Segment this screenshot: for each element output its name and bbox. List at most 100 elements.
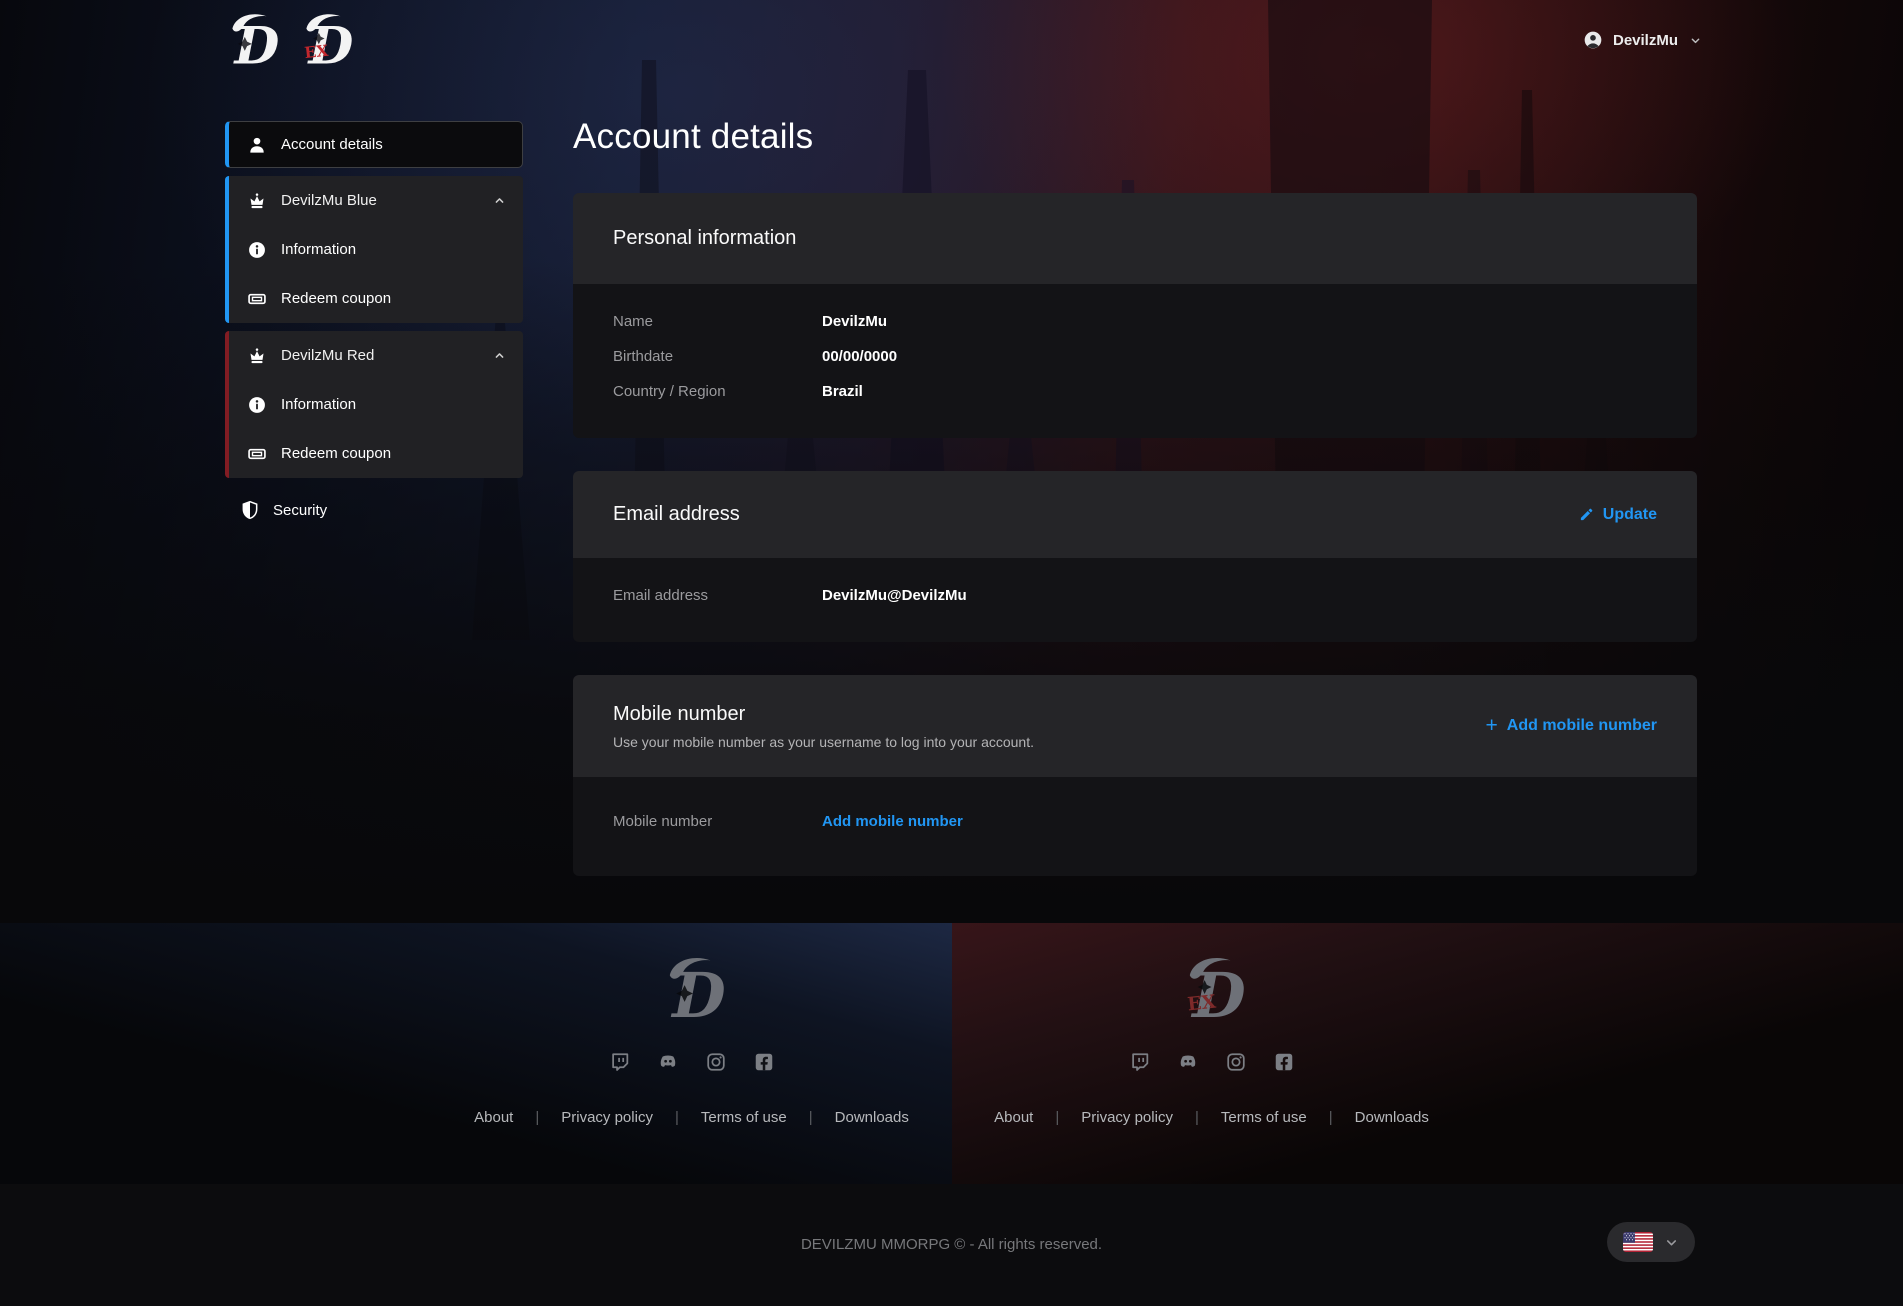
card-header-text: Mobile number Use your mobile number as … <box>613 703 1034 750</box>
avatar-icon <box>1583 30 1603 50</box>
info-row-mobile: Mobile number Add mobile number <box>613 813 1657 830</box>
card-body: Email address DevilzMu@DevilzMu <box>573 558 1697 642</box>
footer-link-privacy-policy[interactable]: Privacy policy <box>1081 1109 1173 1126</box>
footer-content: D <box>432 923 1472 1184</box>
sidebar-item-redeem-coupon-red[interactable]: Redeem coupon <box>229 429 523 478</box>
us-flag-icon <box>1623 1232 1653 1252</box>
link-separator: | <box>535 1109 539 1126</box>
sidebar-group-devilzmu-blue: DevilzMu Blue Information Redeem cou <box>225 176 523 323</box>
sidebar-item-label: Information <box>281 241 356 258</box>
devilzmu-blue-logo[interactable]: D <box>220 10 282 72</box>
info-row-name: Name DevilzMu <box>613 313 1657 330</box>
sidebar-group-label: DevilzMu Blue <box>281 192 478 209</box>
plus-icon: + <box>1486 718 1498 734</box>
row-value: DevilzMu@DevilzMu <box>822 587 967 604</box>
card-body: Mobile number Add mobile number <box>573 777 1697 876</box>
sidebar: Account details DevilzMu Blue <box>225 121 523 528</box>
link-separator: | <box>1055 1109 1059 1126</box>
sidebar-group-header-blue[interactable]: DevilzMu Blue <box>229 176 523 225</box>
sidebar-item-label: Information <box>281 396 356 413</box>
bottom-bar: DEVILZMU MMORPG © - All rights reserved. <box>0 1184 1903 1306</box>
crown-icon <box>247 346 267 366</box>
sidebar-group-label: DevilzMu Red <box>281 347 478 364</box>
chevron-up-icon <box>492 193 507 208</box>
account-page: D D EX DevilzMu Account details <box>0 0 1903 1306</box>
sidebar-group-devilzmu-red: DevilzMu Red Information Redeem coup <box>225 331 523 478</box>
discord-icon[interactable] <box>657 1051 679 1073</box>
instagram-icon[interactable] <box>1225 1051 1247 1073</box>
footer-link-terms-of-use[interactable]: Terms of use <box>701 1109 787 1126</box>
card-body: Name DevilzMu Birthdate 00/00/0000 Count… <box>573 284 1697 438</box>
sidebar-item-security[interactable]: Security <box>225 492 523 528</box>
page-title: Account details <box>573 117 1697 157</box>
shield-icon <box>240 500 260 520</box>
link-separator: | <box>1195 1109 1199 1126</box>
chevron-down-icon <box>1688 33 1703 48</box>
social-icons-red <box>1129 1051 1295 1073</box>
sidebar-item-label: Security <box>273 502 327 519</box>
footer-link-downloads[interactable]: Downloads <box>835 1109 909 1126</box>
personal-information-card: Personal information Name DevilzMu Birth… <box>573 193 1697 438</box>
footer-link-privacy-policy[interactable]: Privacy policy <box>561 1109 653 1126</box>
svg-text:EX: EX <box>1186 992 1217 1016</box>
user-name: DevilzMu <box>1613 32 1678 49</box>
footer-links-red: About | Privacy policy | Terms of use | … <box>994 1109 1429 1126</box>
footer-link-downloads[interactable]: Downloads <box>1355 1109 1429 1126</box>
sidebar-item-label: Redeem coupon <box>281 445 391 462</box>
footer-link-about[interactable]: About <box>994 1109 1033 1126</box>
svg-text:EX: EX <box>303 41 330 62</box>
crown-icon <box>247 191 267 211</box>
card-title: Email address <box>613 503 740 526</box>
add-mobile-number-button[interactable]: + Add mobile number <box>1486 717 1658 735</box>
ticket-icon <box>247 444 267 464</box>
card-title: Personal information <box>613 227 796 250</box>
user-menu[interactable]: DevilzMu <box>1583 30 1703 50</box>
add-mobile-number-link[interactable]: Add mobile number <box>822 813 963 830</box>
email-address-card: Email address Update Email address Devil… <box>573 471 1697 642</box>
chevron-up-icon <box>492 348 507 363</box>
facebook-icon[interactable] <box>1273 1051 1295 1073</box>
info-row-birthdate: Birthdate 00/00/0000 <box>613 348 1657 365</box>
add-mobile-label: Add mobile number <box>1507 717 1657 735</box>
person-icon <box>247 135 267 155</box>
row-label: Mobile number <box>613 813 822 830</box>
chevron-down-icon <box>1664 1235 1679 1250</box>
language-selector[interactable] <box>1607 1222 1695 1262</box>
instagram-icon[interactable] <box>705 1051 727 1073</box>
sidebar-item-information-blue[interactable]: Information <box>229 225 523 274</box>
sidebar-item-label: Redeem coupon <box>281 290 391 307</box>
row-label: Name <box>613 313 822 330</box>
sidebar-group-header-red[interactable]: DevilzMu Red <box>229 331 523 380</box>
footer-link-terms-of-use[interactable]: Terms of use <box>1221 1109 1307 1126</box>
twitch-icon[interactable] <box>1129 1051 1151 1073</box>
social-icons-blue <box>609 1051 775 1073</box>
card-header: Mobile number Use your mobile number as … <box>573 675 1697 777</box>
info-row-country: Country / Region Brazil <box>613 383 1657 400</box>
sidebar-item-account-details[interactable]: Account details <box>225 121 523 168</box>
card-title: Mobile number <box>613 703 1034 726</box>
header-logo-group: D D EX <box>220 10 356 72</box>
footer-link-about[interactable]: About <box>474 1109 513 1126</box>
info-icon <box>247 395 267 415</box>
row-value: DevilzMu <box>822 313 887 330</box>
footer-links-blue: About | Privacy policy | Terms of use | … <box>474 1109 909 1126</box>
row-value: 00/00/0000 <box>822 348 897 365</box>
twitch-icon[interactable] <box>609 1051 631 1073</box>
main-content: Account details Personal information Nam… <box>573 105 1697 909</box>
devilzmu-red-logo[interactable]: D EX <box>294 10 356 72</box>
footer-column-red: D EX <box>952 923 1472 1184</box>
sidebar-item-redeem-coupon-blue[interactable]: Redeem coupon <box>229 274 523 323</box>
ticket-icon <box>247 289 267 309</box>
update-label: Update <box>1603 506 1657 524</box>
link-separator: | <box>675 1109 679 1126</box>
pencil-icon <box>1579 507 1594 522</box>
facebook-icon[interactable] <box>753 1051 775 1073</box>
footer-column-blue: D <box>432 923 952 1184</box>
update-email-button[interactable]: Update <box>1579 506 1657 524</box>
sidebar-item-information-red[interactable]: Information <box>229 380 523 429</box>
site-footer: D <box>0 923 1903 1184</box>
discord-icon[interactable] <box>1177 1051 1199 1073</box>
row-label: Birthdate <box>613 348 822 365</box>
sidebar-item-label: Account details <box>281 136 383 153</box>
info-row-email: Email address DevilzMu@DevilzMu <box>613 587 1657 604</box>
